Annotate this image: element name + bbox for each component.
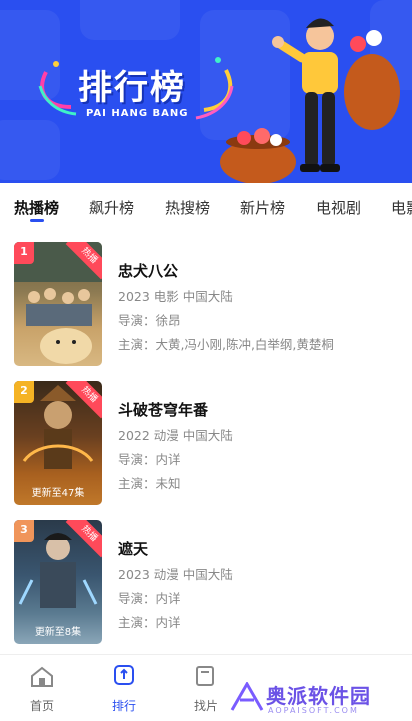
tab-hot-play[interactable]: 热播榜 — [14, 197, 59, 218]
item-meta: 2022 动漫 中国大陆 — [118, 428, 233, 443]
list-item[interactable]: 更新至47集 2 热播 斗破苍穹年番 2022 动漫 中国大陆 导演：内详 主演… — [0, 381, 412, 509]
tab-rising[interactable]: 飙升榜 — [89, 197, 134, 218]
nav-ranking[interactable]: 排行 — [94, 655, 154, 721]
category-tabs: 热播榜 飙升榜 热搜榜 新片榜 电视剧 电影 — [0, 183, 412, 227]
banner-illustration — [220, 18, 400, 183]
banner: 排行榜 PAI HANG BANG — [0, 0, 412, 183]
watermark-subtext: AOPAISOFT.COM — [268, 706, 359, 715]
tab-new-release[interactable]: 新片榜 — [240, 197, 285, 218]
list-item[interactable]: 1 热播 忠犬八公 2023 电影 中国大陆 导演：徐昂 主演：大黄,冯小刚,陈… — [0, 242, 412, 370]
watermark-logo-icon — [230, 682, 264, 711]
rank-badge: 3 — [14, 520, 34, 542]
item-cast: 主演：内详 — [118, 615, 181, 630]
banner-logo: 排行榜 PAI HANG BANG — [36, 52, 236, 132]
item-meta: 2023 动漫 中国大陆 — [118, 567, 233, 582]
watermark-text: 奥派软件园 — [266, 684, 371, 708]
tab-tv-series[interactable]: 电视剧 — [316, 197, 361, 218]
tab-hot-search[interactable]: 热搜榜 — [165, 197, 210, 218]
item-meta: 2023 电影 中国大陆 — [118, 289, 233, 304]
poster-image[interactable]: 1 热播 — [14, 242, 102, 366]
poster-episode-text: 更新至8集 — [34, 627, 82, 638]
list-item[interactable]: 更新至8集 3 热播 遮天 2023 动漫 中国大陆 导演：内详 主演：内详 — [0, 520, 412, 648]
rank-badge: 2 — [14, 381, 34, 403]
banner-subtitle: PAI HANG BANG — [86, 108, 189, 119]
nav-home[interactable]: 首页 — [12, 655, 72, 721]
active-tab-indicator — [30, 219, 44, 222]
item-cast: 主演：大黄,冯小刚,陈冲,白举纲,黄楚桐 — [118, 337, 334, 352]
tab-movies[interactable]: 电影 — [391, 197, 412, 218]
item-director: 导演：内详 — [118, 452, 181, 467]
poster-image[interactable]: 更新至8集 3 热播 — [14, 520, 102, 644]
poster-image[interactable]: 更新至47集 2 热播 — [14, 381, 102, 505]
nav-ranking-label: 排行 — [111, 699, 136, 713]
banner-title: 排行榜 — [78, 68, 186, 108]
item-title[interactable]: 忠犬八公 — [118, 260, 178, 281]
rank-badge: 1 — [14, 242, 34, 264]
item-title[interactable]: 斗破苍穹年番 — [118, 399, 208, 420]
find-icon — [196, 666, 214, 686]
banner-tile — [80, 0, 180, 40]
ranking-icon — [114, 665, 134, 685]
item-cast: 主演：未知 — [118, 476, 181, 491]
item-title[interactable]: 遮天 — [118, 538, 148, 559]
nav-home-label: 首页 — [29, 699, 54, 713]
home-icon — [31, 666, 53, 687]
poster-episode-text: 更新至47集 — [31, 488, 85, 499]
item-director: 导演：内详 — [118, 591, 181, 606]
watermark: 奥派软件园 AOPAISOFT.COM — [224, 676, 412, 720]
item-director: 导演：徐昂 — [118, 313, 181, 328]
